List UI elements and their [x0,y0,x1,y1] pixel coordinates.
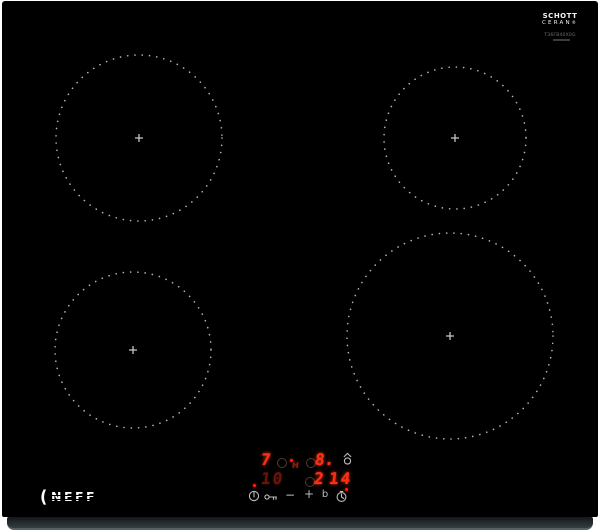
timer-b-key: b [321,489,329,500]
display-front-right: 2 [312,469,325,488]
clock-icon [336,490,347,502]
schott-ceran-logo: SCHOTT CERAN® [532,12,588,27]
power-led [253,484,256,487]
zone-select-ring [277,458,287,468]
residual-heat-indicator: H [291,461,300,470]
control-panel: 7 H 8. 10 2 14 − + b [237,446,369,508]
model-label: T36FB40X0G [544,33,576,38]
bell-icon [343,452,352,465]
display-back-right: 8. [313,450,336,469]
cooking-zone-front-left [54,271,212,429]
display-back-left: 7 [259,450,272,469]
registered-mark: ® [571,20,578,25]
power-icon [248,490,260,502]
front-trim [7,517,593,530]
hob-glass-surface: SCHOTT CERAN® T36FB40X0G ( NEFF 7 H 8. 1… [2,1,598,517]
neff-slat-line [50,499,98,501]
cooking-zone-back-right [383,66,527,210]
minus-key: − [284,488,296,502]
schott-line1: SCHOTT [542,12,578,20]
neff-bracket: ( [40,486,48,507]
model-sub-line [553,39,570,41]
cooking-zone-back-left [55,54,223,222]
display-front-left: 10 [259,469,286,488]
timer-display: 14 [327,469,354,488]
zones-svg [54,54,554,440]
plus-key: + [303,487,315,501]
neff-wordmark: NEFF [51,489,98,504]
key-icon [264,494,278,500]
neff-slat-line [50,495,98,497]
cooking-zone-front-right [346,232,554,440]
schott-line2: CERAN® [542,20,578,26]
